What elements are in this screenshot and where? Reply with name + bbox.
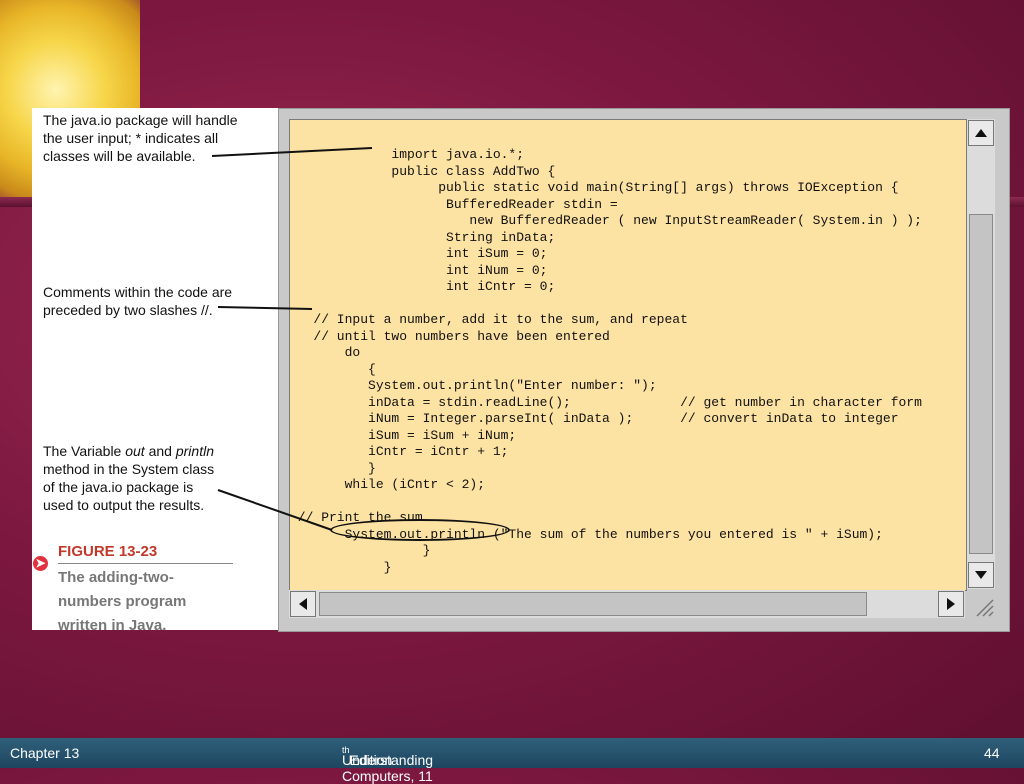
callout-line-io — [211, 147, 373, 157]
footer-chapter: Chapter 13 — [10, 745, 80, 761]
footer-bar: Chapter 13 Understanding Computers, 11th… — [0, 738, 1024, 784]
callout-line-variable — [217, 489, 333, 531]
footer-title: Understanding Computers, 11th Edition — [342, 745, 433, 784]
footer-page-number: 44 — [984, 745, 1000, 761]
callout-line-comments — [217, 306, 313, 310]
footer-title-text: Edition — [349, 752, 393, 768]
callout-lines — [211, 147, 373, 531]
